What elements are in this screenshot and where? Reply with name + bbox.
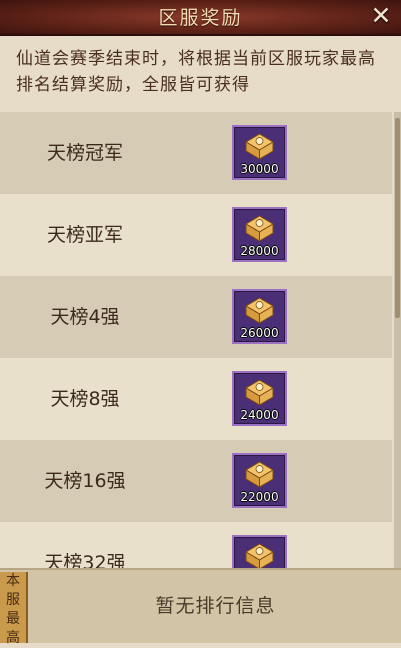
server-best-tag: 本 服 最 高 (0, 572, 28, 646)
window-title: 区服奖励 (158, 7, 243, 29)
rank-label: 天榜亚军 (46, 224, 123, 246)
treasure-chest-icon (245, 215, 274, 242)
reward-amount: 28000 (240, 244, 279, 258)
reward-row: 天榜16强 22000 (0, 440, 392, 522)
my-server-rank-bar: 本 服 最 高 暂无排行信息 (0, 568, 401, 646)
scrollbar-thumb[interactable] (395, 118, 400, 318)
rank-label: 天榜16强 (44, 470, 126, 492)
reward-amount: 26000 (240, 326, 279, 340)
reward-item[interactable]: 28000 (232, 207, 287, 262)
rank-label: 天榜冠军 (46, 142, 123, 164)
reward-amount: 22000 (240, 490, 279, 504)
tag-char: 高 (6, 630, 20, 646)
close-icon[interactable]: ✕ (367, 2, 395, 30)
rank-label: 天榜8强 (50, 388, 120, 410)
reward-item[interactable]: 24000 (232, 371, 287, 426)
rank-label: 天榜4强 (50, 306, 120, 328)
reward-row: 天榜亚军 28000 (0, 194, 392, 276)
reward-row: 天榜冠军 30000 (0, 112, 392, 194)
reward-amount: 30000 (240, 162, 279, 176)
treasure-chest-icon (245, 543, 274, 568)
reward-item[interactable]: 20000 (232, 535, 287, 568)
tag-char: 服 (6, 592, 20, 608)
reward-row: 天榜32强 20000 (0, 522, 392, 568)
reward-amount: 24000 (240, 408, 279, 422)
tag-char: 最 (6, 611, 20, 627)
treasure-chest-icon (245, 133, 274, 160)
reward-item[interactable]: 26000 (232, 289, 287, 344)
description-text: 仙道会赛季结束时，将根据当前区服玩家最高排名结算奖励，全服皆可获得 (16, 49, 376, 95)
treasure-chest-icon (245, 461, 274, 488)
reward-list[interactable]: 天榜冠军 30000 天榜亚军 28000 天榜4强 26000 天榜8强 24… (0, 112, 392, 568)
reward-row: 天榜8强 24000 (0, 358, 392, 440)
no-rank-status: 暂无排行信息 (155, 595, 276, 617)
treasure-chest-icon (245, 297, 274, 324)
title-bar: 区服奖励 ✕ (0, 0, 401, 36)
tag-char: 本 (6, 573, 20, 589)
reward-item[interactable]: 30000 (232, 125, 287, 180)
reward-row: 天榜4强 26000 (0, 276, 392, 358)
treasure-chest-icon (245, 379, 274, 406)
reward-item[interactable]: 22000 (232, 453, 287, 508)
rank-label: 天榜32强 (44, 552, 126, 568)
